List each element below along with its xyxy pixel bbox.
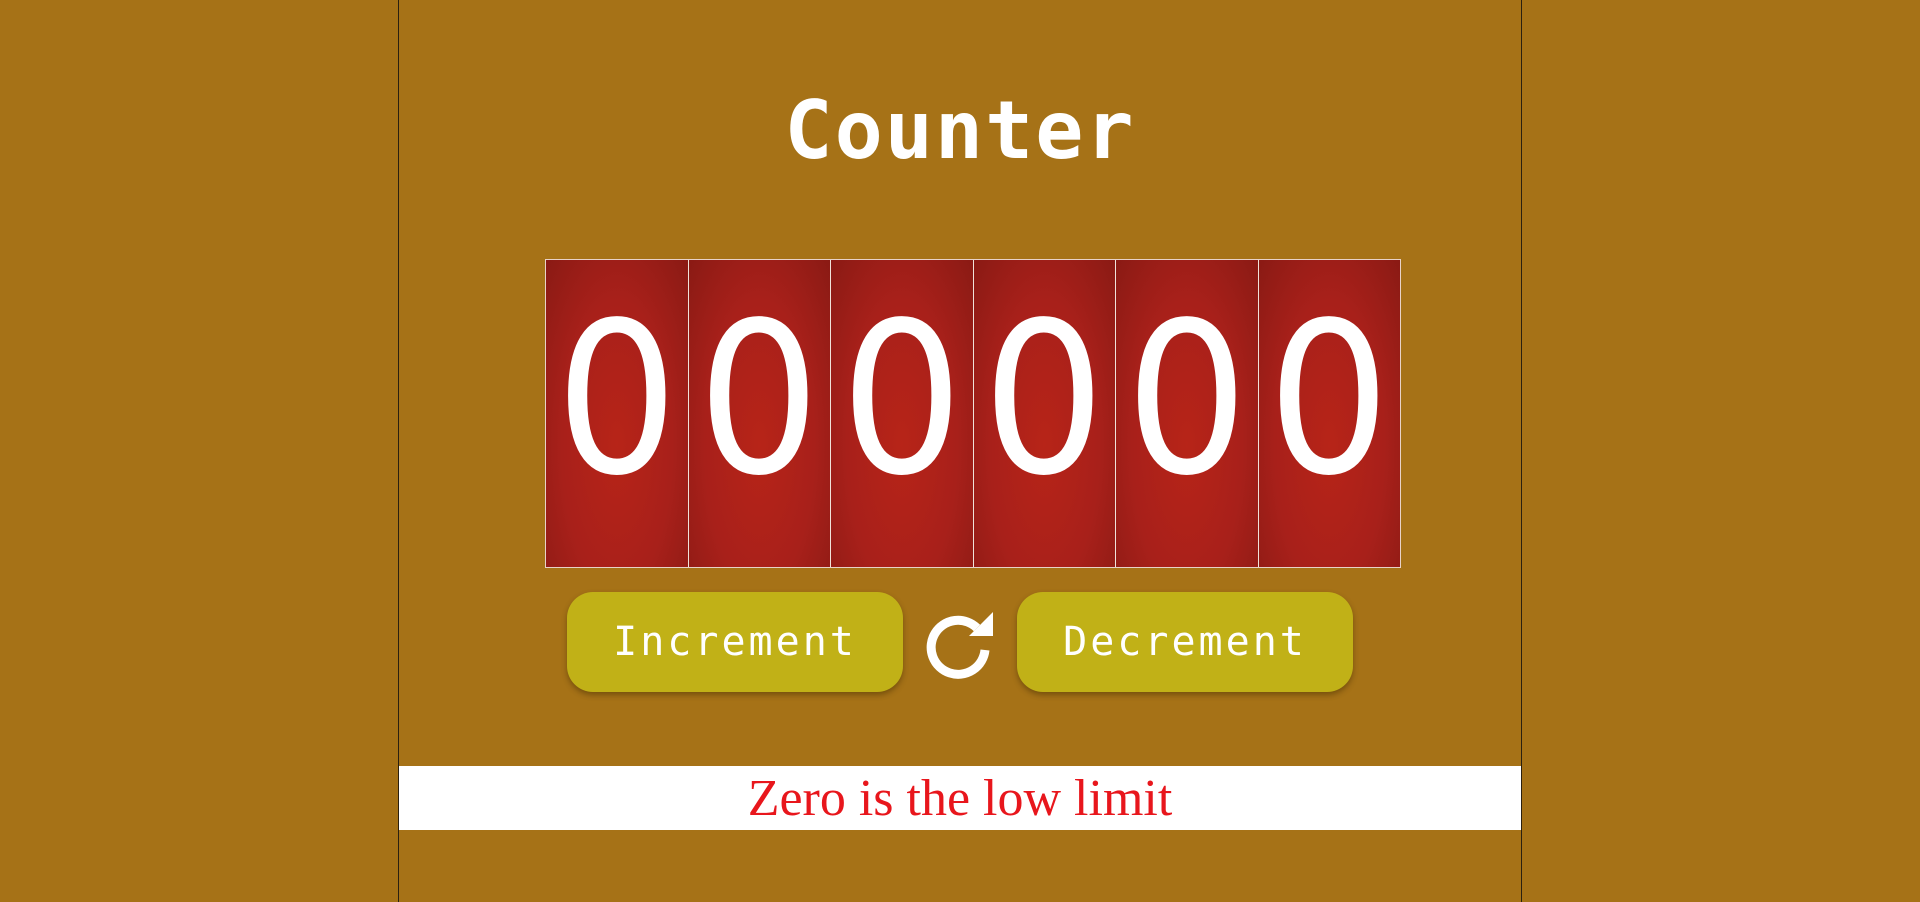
counter-digit-5: 0 — [1115, 260, 1258, 567]
digit-value: 0 — [840, 276, 964, 522]
counter-digit-6: 0 — [1257, 260, 1400, 567]
counter-digit-3: 0 — [830, 260, 973, 567]
digit-value: 0 — [697, 276, 821, 522]
digit-value: 0 — [555, 276, 679, 522]
digit-value: 0 — [1125, 276, 1249, 522]
counter-digit-1: 0 — [546, 260, 688, 567]
reset-button[interactable] — [919, 606, 999, 686]
counter-digit-2: 0 — [687, 260, 830, 567]
counter-digit-4: 0 — [972, 260, 1115, 567]
status-message: Zero is the low limit — [399, 766, 1521, 830]
page-title: Counter — [784, 84, 1136, 177]
refresh-icon — [926, 612, 993, 679]
digit-value: 0 — [982, 276, 1106, 522]
increment-button[interactable]: Increment — [567, 592, 903, 692]
decrement-button[interactable]: Decrement — [1017, 592, 1353, 692]
counter-display: 0 0 0 0 0 0 — [545, 259, 1401, 568]
digit-value: 0 — [1267, 276, 1391, 522]
app-container: Counter 0 0 0 0 0 0 Increment Decrement … — [398, 0, 1522, 902]
